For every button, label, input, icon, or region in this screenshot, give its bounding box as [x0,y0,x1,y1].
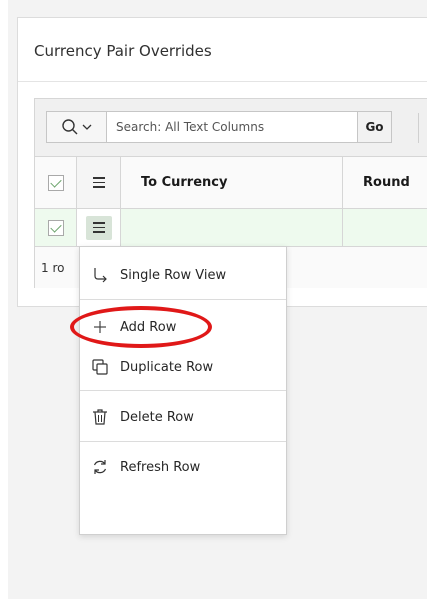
row-actions-menu-button[interactable] [85,215,112,240]
region-header: Currency Pair Overrides [18,18,427,82]
go-button[interactable]: Go [357,112,391,142]
cell-round[interactable] [343,209,427,246]
search-icon [62,119,78,135]
select-all-checkbox[interactable] [47,174,64,191]
region-title: Currency Pair Overrides [34,42,212,60]
row-select-checkbox[interactable] [47,219,64,236]
menu-item-label: Refresh Row [120,459,201,475]
table-row [35,209,427,247]
refresh-icon [90,457,110,477]
plus-icon [90,317,110,337]
header-actions-cell[interactable] [77,157,121,208]
menu-item-single-row-view[interactable]: Single Row View [80,255,286,295]
grid-header-row: To Currency Round [35,157,427,209]
single-row-view-icon [90,265,110,285]
menu-item-label: Single Row View [120,267,227,283]
column-header-round[interactable]: Round [343,157,427,208]
menu-item-delete-row[interactable]: Delete Row [80,397,286,437]
row-count-text: 1 ro [41,261,65,275]
hamburger-icon [92,177,105,188]
menu-divider [80,299,286,300]
search-column-button[interactable] [47,112,107,142]
menu-item-label: Duplicate Row [120,359,214,375]
menu-divider [80,441,286,442]
grid-toolbar: Go [35,99,427,157]
menu-item-add-row[interactable]: Add Row [80,307,286,347]
menu-item-label: Delete Row [120,409,194,425]
trash-icon [90,407,110,427]
search-group: Go [46,111,392,143]
hamburger-icon [92,222,105,233]
row-actions-cell [77,209,121,246]
menu-item-refresh-row[interactable]: Refresh Row [80,447,286,487]
row-actions-menu: Single Row View Add Row Duplicate Row De… [79,246,287,535]
chevron-down-icon [82,124,92,130]
cell-to-currency[interactable] [121,209,343,246]
row-select-cell [35,209,77,246]
menu-divider [80,390,286,391]
menu-item-label: Add Row [120,319,177,335]
search-input[interactable] [107,112,357,142]
menu-item-duplicate-row[interactable]: Duplicate Row [80,347,286,387]
toolbar-divider [418,113,419,143]
column-header-to-currency[interactable]: To Currency [121,157,343,208]
select-all-cell [35,157,77,208]
duplicate-icon [90,357,110,377]
